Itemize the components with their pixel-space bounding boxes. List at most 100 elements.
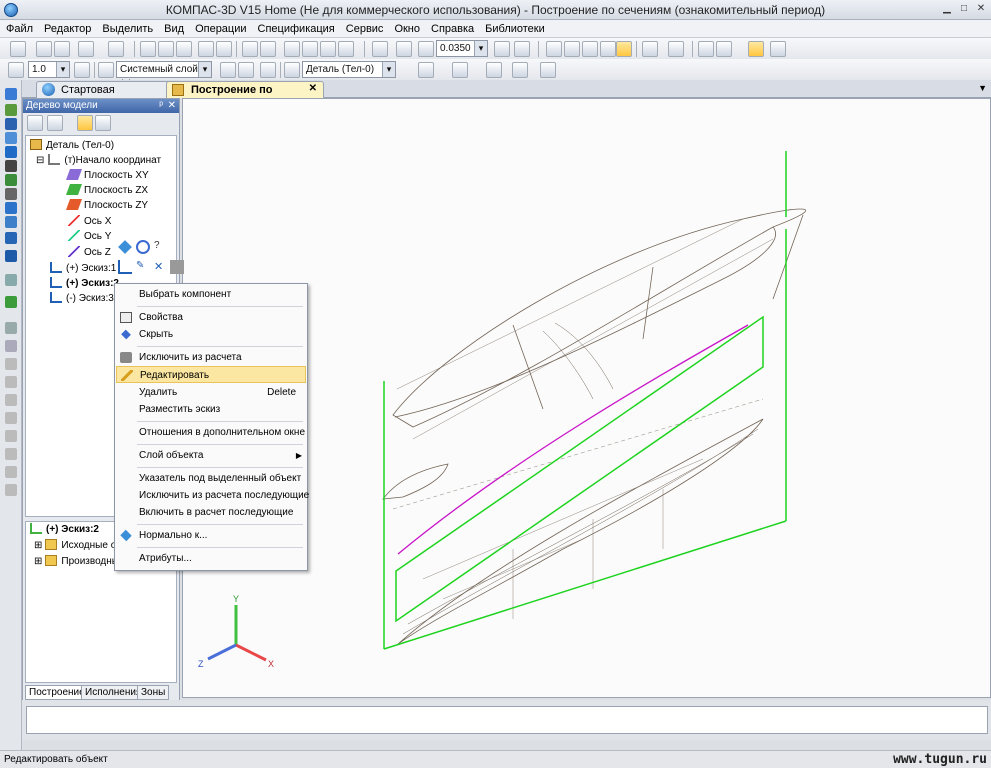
spec-icon[interactable]: [5, 188, 17, 200]
tree-item-origin[interactable]: ⊟ (т)Начало координат: [36, 153, 161, 168]
tree2-item-derived[interactable]: ⊞ Производны: [34, 554, 119, 569]
edit-part-icon[interactable]: [5, 88, 17, 100]
surface-icon[interactable]: [452, 62, 468, 78]
sheet-body-icon[interactable]: [5, 232, 17, 244]
step-icon[interactable]: [8, 62, 24, 78]
fillet-icon[interactable]: [5, 340, 17, 352]
menu-item-edit[interactable]: Редактировать: [116, 366, 306, 383]
menu-item-include-following[interactable]: Включить в расчет последующие: [116, 504, 306, 521]
tree-toggle-icon[interactable]: [748, 41, 764, 57]
save-icon[interactable]: [54, 41, 70, 57]
menu-item-hide[interactable]: Скрыть: [116, 326, 306, 343]
function-icon[interactable]: [320, 41, 336, 57]
menu-operations[interactable]: Операции: [189, 20, 251, 35]
hole-icon[interactable]: [5, 376, 17, 388]
menu-item-relations[interactable]: Отношения в дополнительном окне: [116, 424, 306, 441]
variables-icon[interactable]: [302, 41, 318, 57]
menu-help[interactable]: Справка: [425, 20, 479, 35]
tree-item-plane-zy[interactable]: Плоскость ZY: [65, 198, 148, 213]
thread-icon[interactable]: [5, 484, 17, 496]
reports-icon[interactable]: [5, 202, 17, 214]
format-brush-icon[interactable]: [198, 41, 214, 57]
tab-zones[interactable]: Зоны: [137, 685, 170, 700]
zoom-window-icon[interactable]: [396, 41, 412, 57]
rib-icon[interactable]: [5, 394, 17, 406]
tree-split-icon[interactable]: [95, 115, 111, 131]
rotate-body-icon[interactable]: [5, 274, 17, 286]
curves-icon[interactable]: [5, 104, 17, 116]
panel-close-icon[interactable]: ✕: [168, 99, 176, 112]
hidden-lines-icon[interactable]: [564, 41, 580, 57]
tab-list-chevron-icon[interactable]: ▼: [978, 83, 987, 93]
menu-file[interactable]: Файл: [0, 20, 38, 35]
array-icon[interactable]: [5, 132, 17, 144]
shaded-icon[interactable]: [616, 41, 632, 57]
menu-view[interactable]: Вид: [158, 20, 189, 35]
halftone-icon[interactable]: [600, 41, 616, 57]
menu-item-pointer[interactable]: Указатель под выделенный объект: [116, 470, 306, 487]
surfaces-icon[interactable]: [5, 118, 17, 130]
print-icon[interactable]: [78, 41, 94, 57]
menu-item-place-sketch[interactable]: Разместить эскиз: [116, 401, 306, 418]
wireframe-icon[interactable]: [546, 41, 562, 57]
tab-loft-document[interactable]: Построение по сечениям ✕: [166, 81, 324, 108]
menu-item-delete[interactable]: Удалить Delete: [116, 384, 306, 401]
cut-icon[interactable]: [140, 41, 156, 57]
part-icon[interactable]: [284, 62, 300, 78]
cursor-snap-icon[interactable]: [74, 62, 90, 78]
elements-icon[interactable]: [5, 216, 17, 228]
help-pointer-icon[interactable]: [338, 41, 354, 57]
chamfer-icon[interactable]: [5, 358, 17, 370]
pin-icon[interactable]: ᵖ: [159, 99, 163, 112]
tree-item-axis-y[interactable]: Ось Y: [68, 229, 111, 244]
paste-icon[interactable]: [176, 41, 192, 57]
minimize-icon[interactable]: ▁: [940, 3, 954, 16]
menu-window[interactable]: Окно: [388, 20, 425, 35]
tree-item-part[interactable]: Деталь (Тел-0): [30, 138, 114, 153]
collapse-icon[interactable]: ⊟: [36, 155, 44, 166]
menu-item-exclude[interactable]: Исключить из расчета: [116, 349, 306, 366]
extrude-icon[interactable]: [5, 250, 17, 262]
auxiliary-geometry-icon[interactable]: [5, 146, 17, 158]
part-combo[interactable]: Деталь (Тел-0): [302, 61, 396, 78]
zoom-icon[interactable]: [372, 41, 388, 57]
tree-filter-icon[interactable]: [47, 115, 63, 131]
cut-extrude-icon[interactable]: [5, 322, 17, 334]
plane-icon[interactable]: [238, 62, 254, 78]
scale-combo[interactable]: 0.0350: [436, 40, 488, 57]
expand-icon[interactable]: ⊞: [34, 556, 42, 567]
tree-item-sketch-3[interactable]: (-) Эскиз:3: [50, 291, 114, 306]
menu-specification[interactable]: Спецификация: [252, 20, 340, 35]
redo-icon[interactable]: [260, 41, 276, 57]
properties-mini-icon[interactable]: ✎: [136, 260, 150, 274]
snap-icon[interactable]: [668, 41, 684, 57]
menu-service[interactable]: Сервис: [340, 20, 389, 35]
new-document-icon[interactable]: [10, 41, 26, 57]
menu-item-object-layer[interactable]: Слой объекта ▶: [116, 447, 306, 464]
tree-item-axis-z[interactable]: Ось Z: [68, 245, 111, 260]
tree-view-icon[interactable]: [77, 115, 93, 131]
tab-start-page[interactable]: Стартовая страница: [36, 81, 172, 108]
properties-area[interactable]: [26, 706, 988, 734]
undo-icon[interactable]: [242, 41, 258, 57]
tree-structure-icon[interactable]: [27, 115, 43, 131]
mirror-icon[interactable]: [5, 466, 17, 478]
orient-icon[interactable]: [260, 62, 276, 78]
edit-sketch-icon[interactable]: [118, 260, 132, 274]
zoom-to-icon[interactable]: [136, 240, 150, 254]
tree2-item-source[interactable]: ⊞ Исходные об: [34, 538, 122, 553]
filters-icon[interactable]: [5, 174, 17, 186]
layer-combo[interactable]: Системный слой (0): [116, 61, 212, 90]
properties-icon[interactable]: [216, 41, 232, 57]
zoom-scale-icon[interactable]: [418, 41, 434, 57]
layer-icon[interactable]: [98, 62, 114, 78]
exclude-icon[interactable]: ✕: [154, 260, 168, 274]
menu-item-normal-to[interactable]: Нормально к...: [116, 527, 306, 544]
menu-select[interactable]: Выделить: [96, 20, 158, 35]
panels-icon[interactable]: [770, 41, 786, 57]
measure-icon[interactable]: [5, 160, 17, 172]
hide-icon[interactable]: [170, 260, 184, 274]
tree-item-axis-x[interactable]: Ось X: [68, 214, 111, 229]
open-icon[interactable]: [36, 41, 52, 57]
step-combo[interactable]: 1.0: [28, 61, 70, 78]
